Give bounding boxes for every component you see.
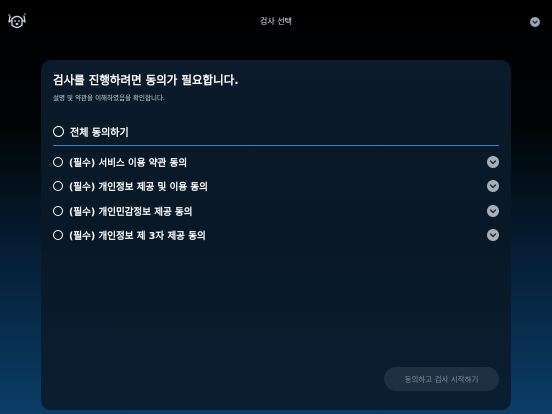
consent-item-label: (필수) 개인정보 제공 및 이용 동의 — [69, 182, 208, 193]
agree-and-start-button[interactable]: 동의하고 검사 시작하기 — [384, 367, 499, 391]
chevron-down-icon[interactable] — [487, 229, 499, 241]
consent-item-privacy[interactable]: (필수) 개인정보 제공 및 이용 동의 — [53, 178, 499, 194]
radio-circle-icon[interactable] — [53, 157, 63, 167]
consent-item-sensitive[interactable]: (필수) 개인민감정보 제공 동의 — [53, 203, 499, 219]
radio-circle-icon[interactable] — [53, 206, 63, 216]
top-bar: 검사 선택 — [0, 0, 552, 44]
consent-item-label: (필수) 개인정보 제 3자 제공 동의 — [69, 231, 206, 242]
consent-heading: 검사를 진행하려면 동의가 필요합니다. — [53, 73, 239, 87]
divider — [53, 145, 499, 146]
radio-circle-icon[interactable] — [53, 181, 63, 191]
page-title: 검사 선택 — [260, 17, 292, 26]
agree-all-label: 전체 동의하기 — [70, 127, 129, 139]
chevron-down-icon[interactable] — [487, 156, 499, 168]
consent-item-terms[interactable]: (필수) 서비스 이용 약관 동의 — [53, 154, 499, 170]
agree-all-checkbox[interactable]: 전체 동의하기 — [53, 122, 499, 140]
consent-item-label: (필수) 서비스 이용 약관 동의 — [69, 158, 188, 169]
consent-item-third-party[interactable]: (필수) 개인정보 제 3자 제공 동의 — [53, 227, 499, 243]
radio-circle-icon[interactable] — [53, 125, 64, 137]
chevron-down-icon[interactable] — [487, 180, 499, 192]
chevron-down-icon[interactable] — [487, 205, 499, 217]
consent-item-label: (필수) 개인민감정보 제공 동의 — [69, 207, 193, 218]
chevron-down-icon[interactable] — [530, 17, 540, 27]
consent-card: 검사를 진행하려면 동의가 필요합니다. 설명 및 약관을 이해하였음을 확인합… — [41, 60, 511, 410]
consent-subheading: 설명 및 약관을 이해하였음을 확인합니다. — [53, 94, 165, 102]
radio-circle-icon[interactable] — [53, 230, 63, 240]
